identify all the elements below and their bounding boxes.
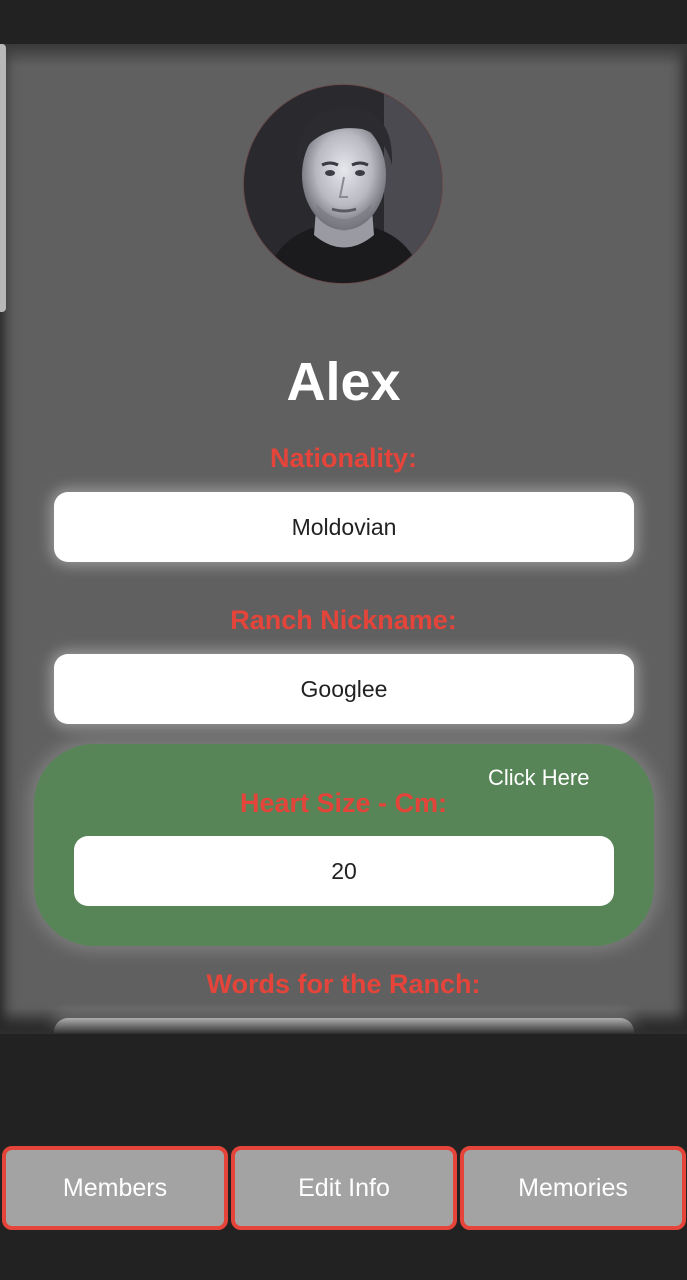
edit-info-button[interactable]: Edit Info xyxy=(231,1146,457,1230)
nationality-value: Moldovian xyxy=(291,513,397,540)
click-here-button[interactable]: Click Here xyxy=(488,764,589,792)
scrollbar-thumb[interactable] xyxy=(0,44,6,312)
memories-button[interactable]: Memories xyxy=(460,1146,686,1230)
ranch-nickname-label: Ranch Nickname: xyxy=(230,605,457,635)
heart-size-value: 20 xyxy=(331,857,357,884)
top-bar xyxy=(0,0,687,44)
ranch-nickname-value: Googlee xyxy=(300,675,388,702)
nationality-label: Nationality: xyxy=(269,443,417,473)
heart-size-field[interactable]: 20 xyxy=(74,836,614,906)
profile-scroll-area[interactable]: Alex Nationality: Moldovian Ranch Nickna… xyxy=(0,44,687,1034)
avatar xyxy=(243,84,443,284)
bottom-nav: Members Edit Info Memories xyxy=(0,1146,687,1230)
words-for-ranch-field[interactable] xyxy=(54,1018,634,1034)
ranch-nickname-field[interactable]: Googlee xyxy=(54,654,634,724)
profile-name: Alex xyxy=(286,352,401,412)
nationality-field[interactable]: Moldovian xyxy=(54,492,634,562)
avatar-photo xyxy=(244,85,442,283)
top-shadow xyxy=(0,44,687,66)
members-button[interactable]: Members xyxy=(2,1146,228,1230)
words-for-ranch-label: Words for the Ranch: xyxy=(206,969,481,999)
